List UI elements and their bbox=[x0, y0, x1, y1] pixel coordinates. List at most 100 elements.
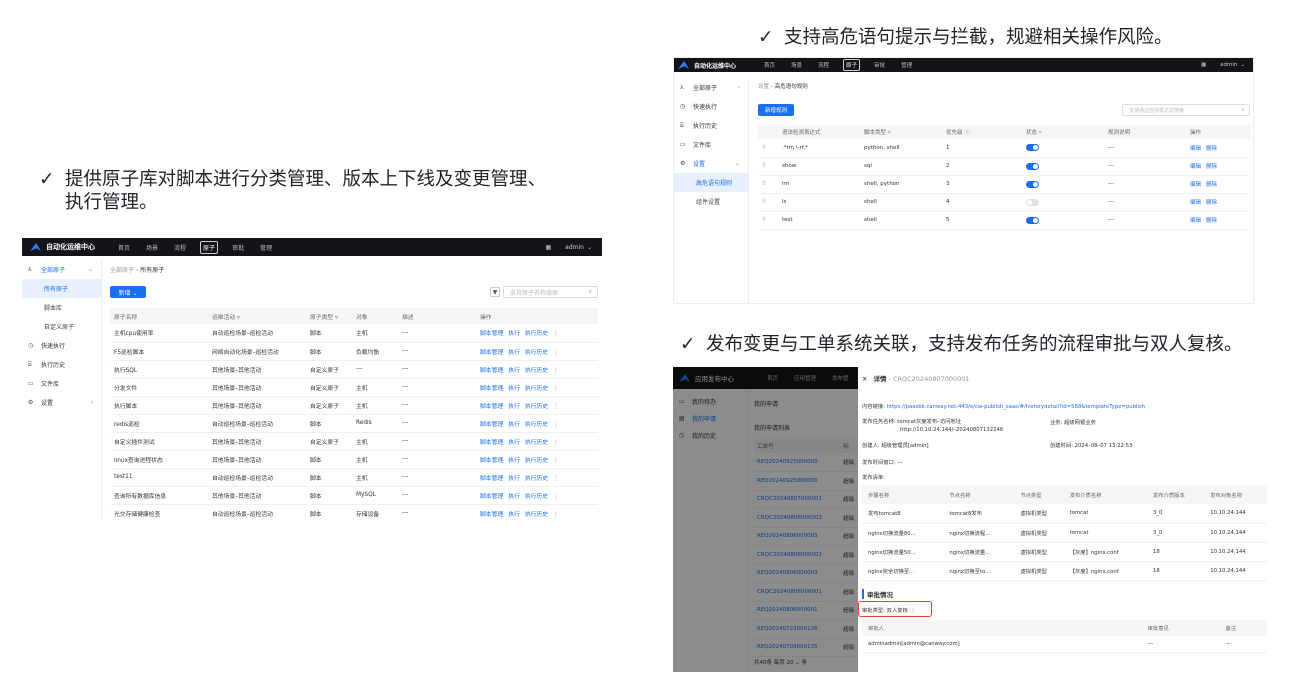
column-header[interactable]: 规则说明 bbox=[1104, 125, 1186, 139]
table-row[interactable]: 执行脚本 其他场景–其他活动 自定义原子 主机 --- 脚本管理 执行 执行历史 ⋮ bbox=[110, 396, 598, 415]
more-icon[interactable]: ⋮ bbox=[553, 350, 559, 356]
search-icon[interactable]: ⌕ bbox=[1241, 107, 1244, 113]
action-link[interactable]: 执行 bbox=[508, 350, 520, 356]
action-link[interactable]: 执行历史 bbox=[525, 512, 548, 518]
more-icon[interactable]: ⋮ bbox=[553, 386, 559, 392]
menu-item[interactable]: 审批 bbox=[872, 60, 887, 70]
action-link[interactable]: 执行历史 bbox=[525, 422, 548, 428]
app-logo[interactable]: 自动化运维中心 bbox=[30, 238, 95, 256]
action-link[interactable]: 删除 bbox=[1206, 200, 1217, 206]
table-row[interactable]: 自定义插件测试 其他场景–其他活动 自定义原子 主机 --- 脚本管理 执行 执行历史 ⋮ bbox=[110, 432, 598, 451]
action-link[interactable]: 删除 bbox=[1206, 164, 1217, 170]
action-link[interactable]: 执行历史 bbox=[525, 368, 548, 374]
sidebar-item[interactable]: ◷ 快速执行 bbox=[674, 97, 748, 116]
action-link[interactable]: 执行历史 bbox=[525, 494, 548, 500]
content-link[interactable]: https://paasbk.canway.net:443/o/cw-publi… bbox=[887, 404, 1145, 410]
search-input[interactable]: 支持原子名称搜索 ⌕ bbox=[503, 286, 598, 298]
action-link[interactable]: 脚本管理 bbox=[480, 386, 503, 392]
sidebar-item[interactable]: 自定义原子 bbox=[22, 317, 101, 336]
action-link[interactable]: 执行 bbox=[508, 494, 520, 500]
sidebar-item[interactable]: ◷ 快速执行 bbox=[22, 336, 101, 355]
menu-item[interactable]: 原子 bbox=[200, 240, 219, 254]
table-row[interactable]: ⠿ .*rm \-rf.* python, shell 1 --- 编辑 删除 bbox=[758, 139, 1250, 158]
menu-item[interactable]: 场景 bbox=[789, 60, 804, 70]
status-toggle[interactable] bbox=[1026, 162, 1039, 170]
sidebar-item[interactable]: 高危语句规则 bbox=[674, 173, 748, 192]
menu-item[interactable]: 管理 bbox=[899, 60, 914, 70]
action-link[interactable]: 删除 bbox=[1206, 218, 1217, 224]
column-header[interactable]: 语法检测表达式 bbox=[778, 125, 860, 139]
table-row[interactable]: ⠿ ls shell 4 --- 编辑 删除 bbox=[758, 193, 1250, 212]
action-link[interactable]: 脚本管理 bbox=[480, 512, 503, 518]
action-link[interactable]: 脚本管理 bbox=[480, 440, 503, 446]
more-icon[interactable]: ⋮ bbox=[553, 512, 559, 518]
action-link[interactable]: 编辑 bbox=[1190, 218, 1201, 224]
table-row[interactable]: 查询所有数据库信息 其他场景–其他活动 脚本 MySQL --- 脚本管理 执行 执行历史 ⋮ bbox=[110, 486, 598, 505]
more-icon[interactable]: ⋮ bbox=[553, 458, 559, 464]
action-link[interactable]: 执行历史 bbox=[525, 476, 548, 482]
user-name[interactable]: admin bbox=[1220, 62, 1237, 68]
action-link[interactable]: 执行 bbox=[508, 422, 520, 428]
action-link[interactable]: 编辑 bbox=[1190, 164, 1201, 170]
table-row[interactable]: ⠿ test shell 5 --- 编辑 删除 bbox=[758, 211, 1250, 230]
sidebar-item[interactable]: ⅄ 全部原子 › bbox=[674, 78, 748, 97]
action-link[interactable]: 脚本管理 bbox=[480, 494, 503, 500]
sidebar-item[interactable]: ▭ 文件库 bbox=[22, 374, 101, 393]
app-logo[interactable]: 自动化运维中心 bbox=[678, 58, 736, 72]
table-row[interactable]: linux查询进程状态 其他场景–其他活动 脚本 主机 --- 脚本管理 执行 执行历史 ⋮ bbox=[110, 450, 598, 469]
column-header[interactable]: 原子名称 bbox=[110, 308, 208, 324]
action-link[interactable]: 执行历史 bbox=[525, 331, 548, 337]
action-link[interactable]: 执行 bbox=[508, 331, 520, 337]
status-toggle[interactable] bbox=[1026, 180, 1039, 188]
table-row[interactable]: F5巡检脚本 网络自动化场景–巡检活动 脚本 负载均衡 --- 脚本管理 执行 执行历史 ⋮ bbox=[110, 342, 598, 361]
action-link[interactable]: 执行历史 bbox=[525, 386, 548, 392]
table-row[interactable]: ⠿ rm shell, python 3 --- 编辑 删除 bbox=[758, 175, 1250, 194]
sidebar-item[interactable]: 组件设置 bbox=[674, 192, 748, 211]
user-name[interactable]: admin bbox=[565, 244, 584, 251]
column-header[interactable]: 状态 ▿ bbox=[1022, 125, 1104, 139]
action-link[interactable]: 编辑 bbox=[1190, 200, 1201, 206]
calendar-icon[interactable]: ▦ bbox=[1201, 62, 1206, 68]
status-toggle[interactable] bbox=[1026, 216, 1039, 224]
action-link[interactable]: 执行 bbox=[508, 440, 520, 446]
menu-item[interactable]: 流程 bbox=[816, 60, 831, 70]
table-row[interactable]: redis巡检 自动巡检场景–巡检活动 脚本 Redis --- 脚本管理 执行 执行历史 ⋮ bbox=[110, 414, 598, 433]
action-link[interactable]: 脚本管理 bbox=[480, 422, 503, 428]
menu-item[interactable]: 审批 bbox=[230, 242, 246, 253]
action-link[interactable]: 脚本管理 bbox=[480, 368, 503, 374]
add-button[interactable]: 新增 ⌄ bbox=[110, 286, 146, 298]
action-link[interactable]: 执行 bbox=[508, 476, 520, 482]
action-link[interactable]: 编辑 bbox=[1190, 146, 1201, 152]
action-link[interactable]: 脚本管理 bbox=[480, 476, 503, 482]
column-header[interactable]: 操作 bbox=[1186, 125, 1250, 139]
table-row[interactable]: 光交存储健康检查 自动巡检场景–巡检活动 脚本 存储设备 --- 脚本管理 执行 执行历史 ⋮ bbox=[110, 504, 598, 521]
table-row[interactable]: 分发文件 其他场景–其他活动 自定义原子 主机 --- 脚本管理 执行 执行历史 ⋮ bbox=[110, 378, 598, 397]
column-header[interactable]: 原子类型 ▿ bbox=[306, 308, 352, 324]
column-header[interactable]: 操作 bbox=[476, 308, 598, 324]
drag-handle-icon[interactable]: ⠿ bbox=[758, 157, 778, 176]
action-link[interactable]: 编辑 bbox=[1190, 182, 1201, 188]
status-toggle[interactable] bbox=[1026, 144, 1039, 152]
action-link[interactable]: 执行 bbox=[508, 404, 520, 410]
action-link[interactable]: 执行历史 bbox=[525, 440, 548, 446]
action-link[interactable]: 脚本管理 bbox=[480, 458, 503, 464]
action-link[interactable]: 执行 bbox=[508, 386, 520, 392]
more-icon[interactable]: ⋮ bbox=[553, 331, 559, 337]
sidebar-item[interactable]: ⌸ 执行历史 bbox=[674, 116, 748, 135]
sidebar-item[interactable]: ⅄ 全部原子 ⌄ bbox=[22, 260, 101, 279]
sidebar-item[interactable]: ▭ 文件库 bbox=[674, 135, 748, 154]
sidebar-item[interactable]: ⌸ 执行历史 bbox=[22, 355, 101, 374]
more-icon[interactable]: ⋮ bbox=[553, 404, 559, 410]
status-toggle[interactable] bbox=[1026, 198, 1039, 206]
table-row[interactable]: 执行SQL 其他场景–其他活动 自定义原子 --- --- 脚本管理 执行 执行历史 ⋮ bbox=[110, 360, 598, 379]
sidebar-item[interactable]: ⚙ 设置 › bbox=[22, 393, 101, 412]
column-header[interactable]: 对象 bbox=[352, 308, 398, 324]
column-header[interactable]: 运维活动 ▿ bbox=[208, 308, 306, 324]
more-icon[interactable]: ⋮ bbox=[553, 368, 559, 374]
column-header[interactable] bbox=[758, 125, 778, 139]
action-link[interactable]: 执行 bbox=[508, 512, 520, 518]
table-row[interactable]: ⠿ show sql 2 --- 编辑 删除 bbox=[758, 157, 1250, 176]
column-header[interactable]: 描述 bbox=[398, 308, 476, 324]
sidebar-item[interactable]: ⚙ 设置 ⌄ bbox=[674, 154, 748, 173]
drag-handle-icon[interactable]: ⠿ bbox=[758, 175, 778, 194]
